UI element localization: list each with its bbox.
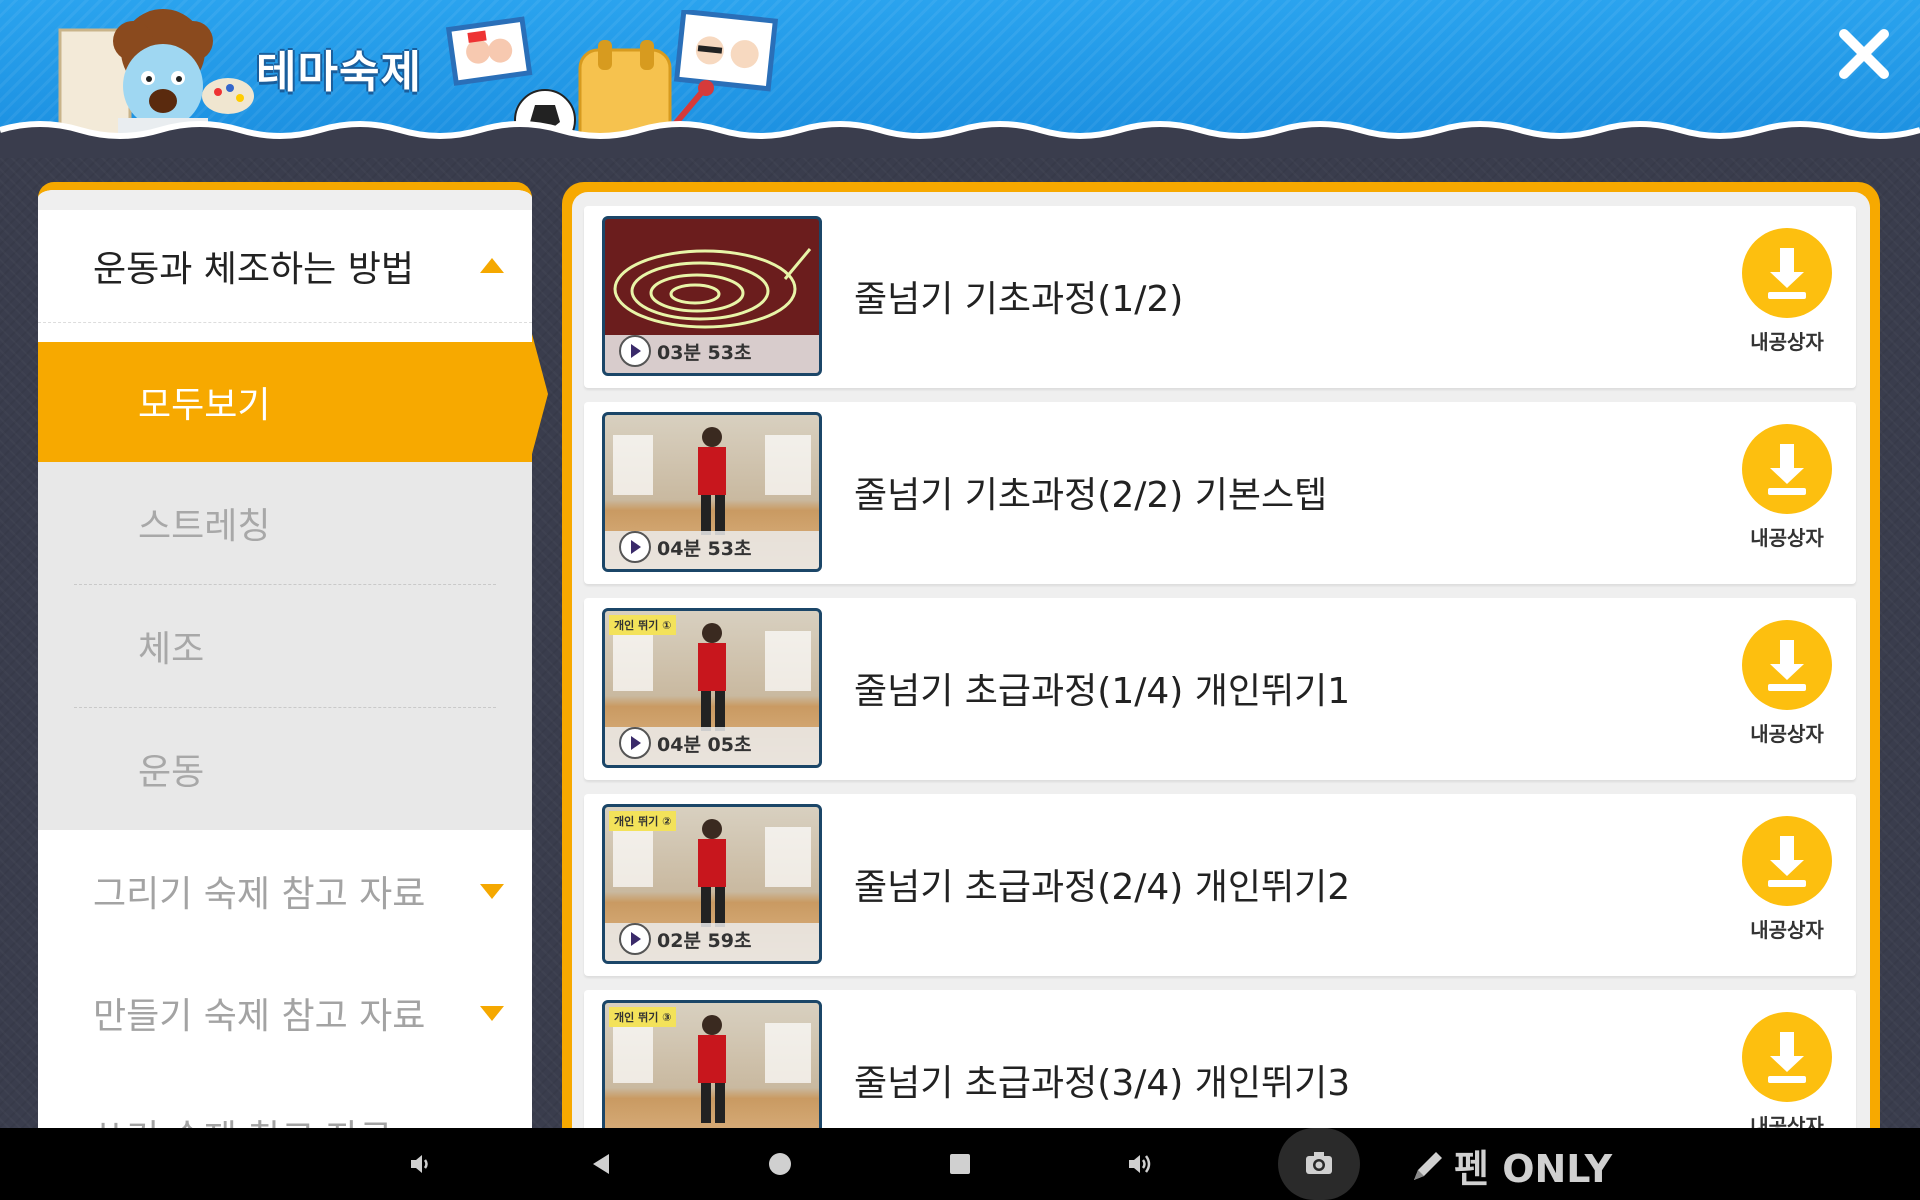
download-button[interactable]: 내공상자 xyxy=(1734,620,1840,760)
category-label: 만들기 숙제 참고 자료 xyxy=(93,996,426,1037)
video-thumbnail[interactable]: 개인 뛰기 ① 04분 05초 xyxy=(602,608,822,768)
sub-item-gymnastics[interactable]: 체조 xyxy=(74,585,496,708)
play-icon xyxy=(619,335,651,367)
duration-bar: 03분 53초 xyxy=(605,335,819,373)
chevron-up-icon xyxy=(480,258,504,273)
video-thumbnail[interactable]: 03분 53초 xyxy=(602,216,822,376)
sub-item-all-label: 모두보기 xyxy=(138,385,271,426)
volume-up-icon[interactable] xyxy=(1120,1128,1160,1200)
category-making[interactable]: 만들기 숙제 참고 자료 xyxy=(38,952,532,1076)
category-label: 그리기 숙제 참고 자료 xyxy=(93,874,426,915)
video-row[interactable]: 03분 53초 줄넘기 기초과정(1/2) 내공상자 xyxy=(584,206,1856,388)
video-duration: 04분 53초 xyxy=(657,538,752,560)
video-row[interactable]: 04분 53초 줄넘기 기초과정(2/2) 기본스텝 내공상자 xyxy=(584,402,1856,584)
close-icon[interactable] xyxy=(1834,24,1894,84)
video-list-panel: 03분 53초 줄넘기 기초과정(1/2) 내공상자 04분 53초 줄넘기 기… xyxy=(562,182,1880,1128)
video-title[interactable]: 줄넘기 초급과정(1/4) 개인뛰기1 xyxy=(854,662,1350,714)
video-badge: 개인 뛰기 ① xyxy=(609,615,677,635)
download-button[interactable]: 내공상자 xyxy=(1734,424,1840,564)
video-row[interactable]: 개인 뛰기 ① 04분 05초 줄넘기 초급과정(1/4) 개인뛰기1 내공상자 xyxy=(584,598,1856,780)
video-row[interactable]: 개인 뛰기 ② 02분 59초 줄넘기 초급과정(2/4) 개인뛰기2 내공상자 xyxy=(584,794,1856,976)
video-thumbnail[interactable]: 개인 뛰기 ② 02분 59초 xyxy=(602,804,822,964)
video-title[interactable]: 줄넘기 기초과정(1/2) xyxy=(854,270,1183,322)
video-title[interactable]: 줄넘기 초급과정(3/4) 개인뛰기3 xyxy=(854,1054,1350,1106)
category-sidebar: 운동과 체조하는 방법 모두보기 스트레칭 체조 운동 그리기 숙제 참고 자료… xyxy=(38,182,532,1136)
download-icon xyxy=(1742,816,1832,906)
category-exercise[interactable]: 운동과 체조하는 방법 xyxy=(38,210,532,323)
camera-icon xyxy=(1306,1152,1332,1174)
sub-item-exercise[interactable]: 운동 xyxy=(74,708,496,831)
pen-only-toggle[interactable]: 펜 ONLY xyxy=(1408,1138,1612,1193)
active-pointer xyxy=(532,334,548,454)
download-button[interactable]: 내공상자 xyxy=(1734,816,1840,956)
download-label: 내공상자 xyxy=(1750,722,1824,746)
sub-item-all[interactable]: 모두보기 xyxy=(38,342,532,462)
download-button[interactable]: 내공상자 xyxy=(1734,1012,1840,1128)
video-thumbnail[interactable]: 개인 뛰기 ③ xyxy=(602,1000,822,1128)
download-label: 내공상자 xyxy=(1750,526,1824,550)
back-icon[interactable] xyxy=(582,1128,622,1200)
sub-item-label: 운동 xyxy=(138,752,205,793)
download-icon xyxy=(1742,424,1832,514)
chevron-down-icon xyxy=(480,1006,504,1021)
category-drawing[interactable]: 그리기 숙제 참고 자료 xyxy=(38,830,532,954)
download-label: 내공상자 xyxy=(1750,918,1824,942)
page-title: 테마숙제 xyxy=(256,47,422,98)
download-label: 내공상자 xyxy=(1750,1114,1824,1128)
duration-bar: 04분 53초 xyxy=(605,531,819,569)
download-icon xyxy=(1742,228,1832,318)
video-duration: 04분 05초 xyxy=(657,734,752,756)
play-icon xyxy=(619,923,651,955)
download-icon xyxy=(1742,1012,1832,1102)
home-icon[interactable] xyxy=(760,1128,800,1200)
category-exercise-label: 운동과 체조하는 방법 xyxy=(93,249,414,290)
duration-bar: 02분 59초 xyxy=(605,923,819,961)
play-icon xyxy=(619,531,651,563)
video-thumbnail[interactable]: 04분 53초 xyxy=(602,412,822,572)
sub-item-stretching[interactable]: 스트레칭 xyxy=(74,462,496,585)
download-icon xyxy=(1742,620,1832,710)
system-navigation-bar: 펜 ONLY xyxy=(0,1128,1920,1200)
pen-only-label: 펜 ONLY xyxy=(1454,1147,1613,1191)
sub-item-label: 스트레칭 xyxy=(138,506,271,547)
category-writing[interactable]: 쓰기 숙제 참고 자료 xyxy=(38,1074,532,1136)
volume-down-icon[interactable] xyxy=(400,1128,440,1200)
video-duration: 03분 53초 xyxy=(657,342,752,364)
video-list: 03분 53초 줄넘기 기초과정(1/2) 내공상자 04분 53초 줄넘기 기… xyxy=(572,192,1870,1128)
download-label: 내공상자 xyxy=(1750,330,1824,354)
video-duration: 02분 59초 xyxy=(657,930,752,952)
sub-item-list: 스트레칭 체조 운동 xyxy=(38,462,532,831)
pencil-icon xyxy=(1414,1151,1442,1180)
header-wave-edge xyxy=(0,121,1920,158)
header-banner: 테마숙제 xyxy=(0,0,1920,158)
video-badge: 개인 뛰기 ③ xyxy=(609,1007,677,1027)
duration-bar: 04분 05초 xyxy=(605,727,819,765)
sub-item-label: 체조 xyxy=(138,629,205,670)
video-badge: 개인 뛰기 ② xyxy=(609,811,677,831)
video-title[interactable]: 줄넘기 기초과정(2/2) 기본스텝 xyxy=(854,466,1327,518)
recent-apps-icon[interactable] xyxy=(940,1128,980,1200)
video-row[interactable]: 개인 뛰기 ③ 줄넘기 초급과정(3/4) 개인뛰기3 내공상자 xyxy=(584,990,1856,1128)
play-icon xyxy=(619,727,651,759)
download-button[interactable]: 내공상자 xyxy=(1734,228,1840,368)
chevron-down-icon xyxy=(480,884,504,899)
video-title[interactable]: 줄넘기 초급과정(2/4) 개인뛰기2 xyxy=(854,858,1350,910)
screenshot-button[interactable] xyxy=(1278,1128,1360,1200)
